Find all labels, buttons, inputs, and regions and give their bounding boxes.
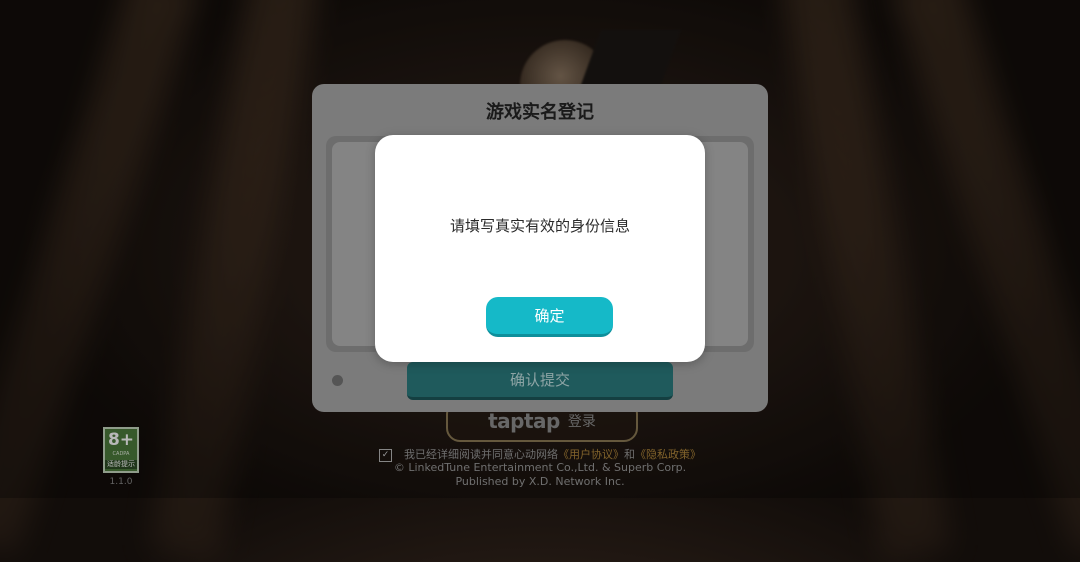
- agreement-radio[interactable]: [332, 375, 343, 386]
- submit-button[interactable]: 确认提交: [407, 362, 673, 400]
- alert-dialog: 请填写真实有效的身份信息 确定: [375, 135, 705, 362]
- panel-title: 游戏实名登记: [486, 102, 594, 123]
- confirm-button[interactable]: 确定: [486, 297, 613, 337]
- dialog-message: 请填写真实有效的身份信息: [449, 217, 630, 235]
